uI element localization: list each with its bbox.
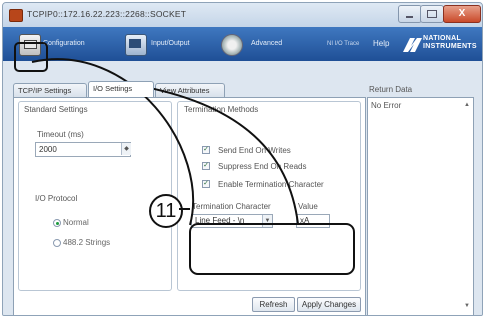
protocol-normal-radio[interactable]	[53, 219, 61, 227]
return-data-value: No Error	[371, 101, 402, 110]
enable-term-char-label: Enable Termination Character	[218, 180, 324, 189]
toolbar-configuration[interactable]: Configuration	[43, 27, 85, 61]
app-icon	[9, 9, 23, 22]
return-data-label: Return Data	[369, 85, 413, 94]
send-end-label: Send End On Writes	[218, 146, 291, 155]
toolbar: Configuration Input/Output Advanced NI I…	[3, 27, 482, 61]
enable-term-char-checkbox[interactable]: ✓	[202, 180, 210, 188]
title-bar: TCPIP0::172.16.22.223::2268::SOCKET X	[3, 3, 482, 27]
input-output-icon[interactable]	[125, 34, 147, 56]
suppress-end-label: Suppress End On Reads	[218, 162, 307, 171]
send-end-checkbox[interactable]: ✓	[202, 146, 210, 154]
configuration-highlight	[14, 42, 48, 72]
timeout-label: Timeout (ms)	[37, 130, 84, 139]
termination-callout-box	[189, 223, 355, 275]
close-button[interactable]: X	[443, 5, 481, 23]
timeout-spinner[interactable]: ◆	[121, 143, 131, 155]
return-data-box: No Error ▲ ▼	[367, 97, 474, 315]
protocol-4882-radio[interactable]	[53, 239, 61, 247]
protocol-4882-label: 488.2 Strings	[63, 238, 111, 247]
standard-settings-title: Standard Settings	[24, 105, 88, 114]
toolbar-io-trace[interactable]: NI I/O Trace	[327, 27, 359, 61]
tab-io-settings[interactable]: I/O Settings	[88, 81, 154, 97]
main-content: TCP/IP Settings I/O Settings View Attrib…	[3, 61, 482, 315]
tab-view-attributes[interactable]: View Attributes	[155, 83, 225, 97]
minimize-button[interactable]	[398, 5, 422, 23]
help-menu[interactable]: Help	[373, 27, 389, 61]
apply-changes-button[interactable]: Apply Changes	[297, 297, 361, 312]
term-char-label: Termination Character	[192, 202, 271, 211]
suppress-end-checkbox[interactable]: ✓	[202, 162, 210, 170]
tab-tcpip-settings[interactable]: TCP/IP Settings	[13, 83, 87, 97]
toolbar-input-output[interactable]: Input/Output	[151, 27, 190, 61]
toolbar-advanced[interactable]: Advanced	[251, 27, 282, 61]
io-settings-panel: Standard Settings Timeout (ms) 2000 ◆ I/…	[13, 97, 366, 315]
ni-logo-text: NATIONAL INSTRUMENTS	[423, 35, 477, 50]
refresh-button[interactable]: Refresh	[252, 297, 295, 312]
maximize-button[interactable]	[420, 5, 444, 23]
standard-settings-group: Standard Settings Timeout (ms) 2000 ◆ I/…	[18, 101, 172, 291]
gear-icon[interactable]	[221, 34, 243, 56]
value-label: Value	[298, 202, 318, 211]
scroll-down-icon[interactable]: ▼	[464, 303, 470, 309]
protocol-normal-label: Normal	[63, 218, 89, 227]
window-title: TCPIP0::172.16.22.223::2268::SOCKET	[27, 9, 187, 19]
termination-methods-title: Termination Methods	[184, 105, 259, 114]
annotation-marker: 11	[149, 194, 183, 228]
scroll-up-icon[interactable]: ▲	[464, 102, 470, 108]
io-protocol-label: I/O Protocol	[35, 194, 78, 203]
timeout-input[interactable]: 2000 ◆	[35, 142, 131, 157]
